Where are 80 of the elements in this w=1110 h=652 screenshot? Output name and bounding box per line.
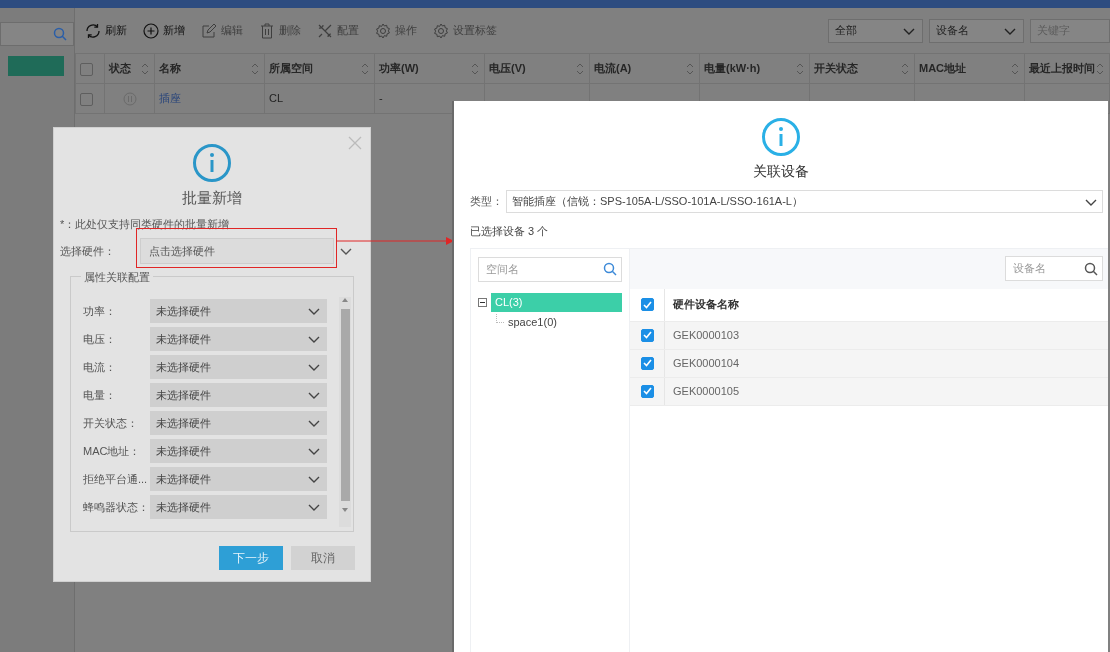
gear-icon xyxy=(375,22,391,39)
search-icon xyxy=(1084,261,1098,276)
sidebar-item[interactable] xyxy=(8,56,64,76)
sort-icon xyxy=(1095,61,1105,76)
property-select[interactable]: 未选择硬件 xyxy=(150,355,327,379)
gear-icon xyxy=(433,22,449,39)
device-search-field[interactable]: 设备名 xyxy=(1005,256,1103,281)
checkbox[interactable] xyxy=(80,62,93,76)
sort-icon xyxy=(900,61,910,76)
table-cell: GEK0000104 xyxy=(673,356,740,369)
info-icon xyxy=(192,143,232,183)
column-header[interactable]: 电压(V) xyxy=(489,60,526,77)
field-label: 选择硬件： xyxy=(60,243,116,259)
field-label: 开关状态： xyxy=(83,415,139,431)
property-select[interactable]: 未选择硬件 xyxy=(150,383,327,407)
filter-select[interactable]: 设备名 xyxy=(929,18,1024,43)
tools-icon xyxy=(317,22,333,39)
cancel-button[interactable]: 取消 xyxy=(291,546,355,570)
scroll-up-icon xyxy=(341,297,349,303)
dialog-title: 批量新增 xyxy=(181,188,243,208)
property-select[interactable]: 未选择硬件 xyxy=(150,299,327,323)
field-label: 蜂鸣器状态： xyxy=(83,499,150,515)
field-label: 电量： xyxy=(83,387,117,403)
scroll-down-icon xyxy=(341,507,349,513)
column-header[interactable]: 名称 xyxy=(159,60,181,77)
plus-circle-icon xyxy=(143,22,159,39)
space-search-field[interactable]: 空间名 xyxy=(478,256,622,282)
sort-icon xyxy=(140,61,150,76)
group-title: 属性关联配置 xyxy=(81,269,153,286)
tree-node[interactable]: space1(0) xyxy=(504,312,622,332)
field-label: 电压： xyxy=(83,331,117,347)
dialog-title: 关联设备 xyxy=(752,162,810,181)
field-label: 电流： xyxy=(83,359,117,375)
pencil-square-icon xyxy=(201,22,217,39)
close-icon[interactable] xyxy=(348,136,362,150)
refresh-icon xyxy=(85,22,101,39)
checkbox[interactable] xyxy=(640,328,654,342)
toolbar-button[interactable]: 刷新 xyxy=(85,22,127,39)
field-label: 拒绝平台通... xyxy=(83,471,149,487)
sort-icon xyxy=(575,61,585,76)
table-cell: CL xyxy=(269,92,284,105)
column-header[interactable]: 电流(A) xyxy=(594,60,632,77)
table-cell: GEK0000103 xyxy=(673,328,740,341)
sort-icon xyxy=(470,61,480,76)
toolbar-button[interactable]: 新增 xyxy=(143,22,185,39)
checkbox[interactable] xyxy=(640,384,654,398)
trash-icon xyxy=(259,22,275,39)
sort-icon xyxy=(685,61,695,76)
type-select[interactable]: 智能插座（信锐：SPS-105A-L/SSO-101A-L/SSO-161A-L） xyxy=(506,190,1103,213)
checkbox[interactable] xyxy=(640,356,654,370)
collapse-icon[interactable] xyxy=(478,297,487,307)
sort-icon xyxy=(1010,61,1020,76)
sort-icon xyxy=(250,61,260,76)
table-cell: GEK0000105 xyxy=(673,384,740,397)
device-link[interactable]: 插座 xyxy=(159,92,181,105)
scrollbar-thumb[interactable] xyxy=(340,309,350,501)
tree-node[interactable]: CL(3) xyxy=(491,292,622,312)
field-label: 功率： xyxy=(83,303,117,319)
table-cell: - xyxy=(379,92,383,105)
column-header: 硬件设备名称 xyxy=(673,298,739,311)
filter-select[interactable]: 全部 xyxy=(828,18,923,43)
selected-count: 已选择设备 3 个 xyxy=(470,224,550,239)
property-select[interactable]: 未选择硬件 xyxy=(150,439,327,463)
property-select[interactable]: 未选择硬件 xyxy=(150,327,327,351)
next-button[interactable]: 下一步 xyxy=(219,546,283,570)
checkbox[interactable] xyxy=(640,298,654,311)
search-icon xyxy=(603,262,617,276)
sidebar-search-field[interactable] xyxy=(0,22,74,46)
search-icon xyxy=(53,27,67,41)
info-icon xyxy=(761,117,801,157)
scrollbar[interactable] xyxy=(339,297,351,527)
property-select[interactable]: 未选择硬件 xyxy=(150,467,327,491)
checkbox[interactable] xyxy=(80,92,93,106)
field-label: 类型： xyxy=(470,194,504,210)
property-select[interactable]: 未选择硬件 xyxy=(150,495,327,519)
column-header[interactable]: 功率(W) xyxy=(379,60,419,77)
sort-icon xyxy=(360,61,370,76)
sort-icon xyxy=(795,61,805,76)
property-select[interactable]: 未选择硬件 xyxy=(150,411,327,435)
field-label: MAC地址： xyxy=(83,443,142,459)
